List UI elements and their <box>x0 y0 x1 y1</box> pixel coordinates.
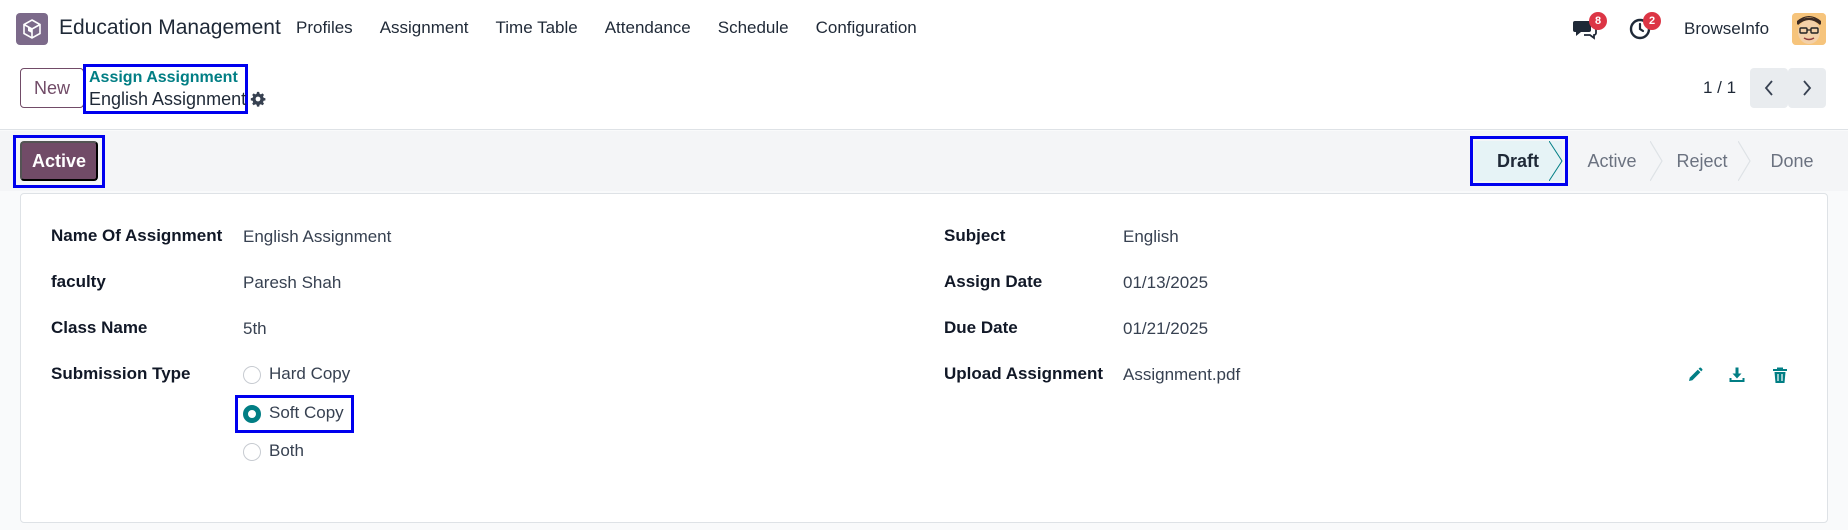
upload-assignment-filename[interactable]: Assignment.pdf <box>1123 365 1240 385</box>
avatar-face-icon <box>1792 13 1826 45</box>
set-active-button[interactable]: Active <box>20 141 98 181</box>
menu-configuration[interactable]: Configuration <box>816 18 917 38</box>
pager-value[interactable]: 1 / 1 <box>1703 78 1736 98</box>
pager-previous-button[interactable] <box>1750 68 1788 108</box>
trash-icon[interactable] <box>1771 366 1789 384</box>
radio-soft-copy-label[interactable]: Soft Copy <box>269 403 344 423</box>
download-icon[interactable] <box>1728 366 1746 384</box>
cube-icon <box>23 19 41 39</box>
messages-count-badge: 8 <box>1589 12 1607 30</box>
radio-hard-copy[interactable] <box>243 366 261 384</box>
menu-attendance[interactable]: Attendance <box>605 18 691 38</box>
due-date-label: Due Date <box>944 318 1018 337</box>
subject-label: Subject <box>944 226 1006 245</box>
menu-profiles[interactable]: Profiles <box>296 18 353 38</box>
app-logo-icon[interactable] <box>16 13 48 45</box>
breadcrumb-current: English Assignment <box>89 89 247 109</box>
assign-date-field[interactable]: 01/13/2025 <box>1123 273 1208 293</box>
pager-next-button[interactable] <box>1788 68 1826 108</box>
activities-count-badge: 2 <box>1643 12 1661 30</box>
pencil-icon[interactable] <box>1686 366 1704 384</box>
class-name-label: Class Name <box>51 318 148 337</box>
control-panel: New Assign Assignment English Assignment… <box>0 58 1848 130</box>
top-navbar: Education Management Profiles Assignment… <box>0 0 1848 58</box>
due-date-field[interactable]: 01/21/2025 <box>1123 319 1208 339</box>
stage-active[interactable]: Active <box>1567 141 1657 181</box>
faculty-field[interactable]: Paresh Shah <box>243 273 341 293</box>
chevron-left-icon <box>1764 80 1773 96</box>
name-of-assignment-field[interactable]: English Assignment <box>243 227 391 247</box>
new-button[interactable]: New <box>20 68 84 108</box>
main-menu: Profiles Assignment Time Table Attendanc… <box>296 18 944 38</box>
class-name-field[interactable]: 5th <box>243 319 267 339</box>
form-statusbar: Active Draft Active Reject Done <box>0 131 1848 191</box>
gear-icon[interactable] <box>250 91 266 107</box>
radio-hard-copy-label[interactable]: Hard Copy <box>269 364 350 384</box>
menu-assignment[interactable]: Assignment <box>380 18 469 38</box>
stage-done[interactable]: Done <box>1747 141 1837 181</box>
stage-reject[interactable]: Reject <box>1657 141 1747 181</box>
company-switcher[interactable]: BrowseInfo <box>1684 19 1769 39</box>
assign-date-label: Assign Date <box>944 272 1043 291</box>
radio-both-label[interactable]: Both <box>269 441 304 461</box>
submission-type-label: Submission Type <box>51 364 191 383</box>
stage-draft-highlight <box>1470 136 1568 186</box>
upload-assignment-label: Upload Assignment <box>944 364 1103 383</box>
menu-time-table[interactable]: Time Table <box>496 18 578 38</box>
breadcrumb-parent-link[interactable]: Assign Assignment <box>89 69 238 87</box>
chevron-right-icon <box>1803 80 1812 96</box>
menu-schedule[interactable]: Schedule <box>718 18 789 38</box>
subject-field[interactable]: English <box>1123 227 1179 247</box>
user-avatar[interactable] <box>1792 13 1826 45</box>
app-title[interactable]: Education Management <box>59 16 281 40</box>
radio-both[interactable] <box>243 443 261 461</box>
radio-soft-copy[interactable] <box>243 405 261 423</box>
name-of-assignment-label: Name Of Assignment <box>51 226 223 245</box>
faculty-label: faculty <box>51 272 106 291</box>
